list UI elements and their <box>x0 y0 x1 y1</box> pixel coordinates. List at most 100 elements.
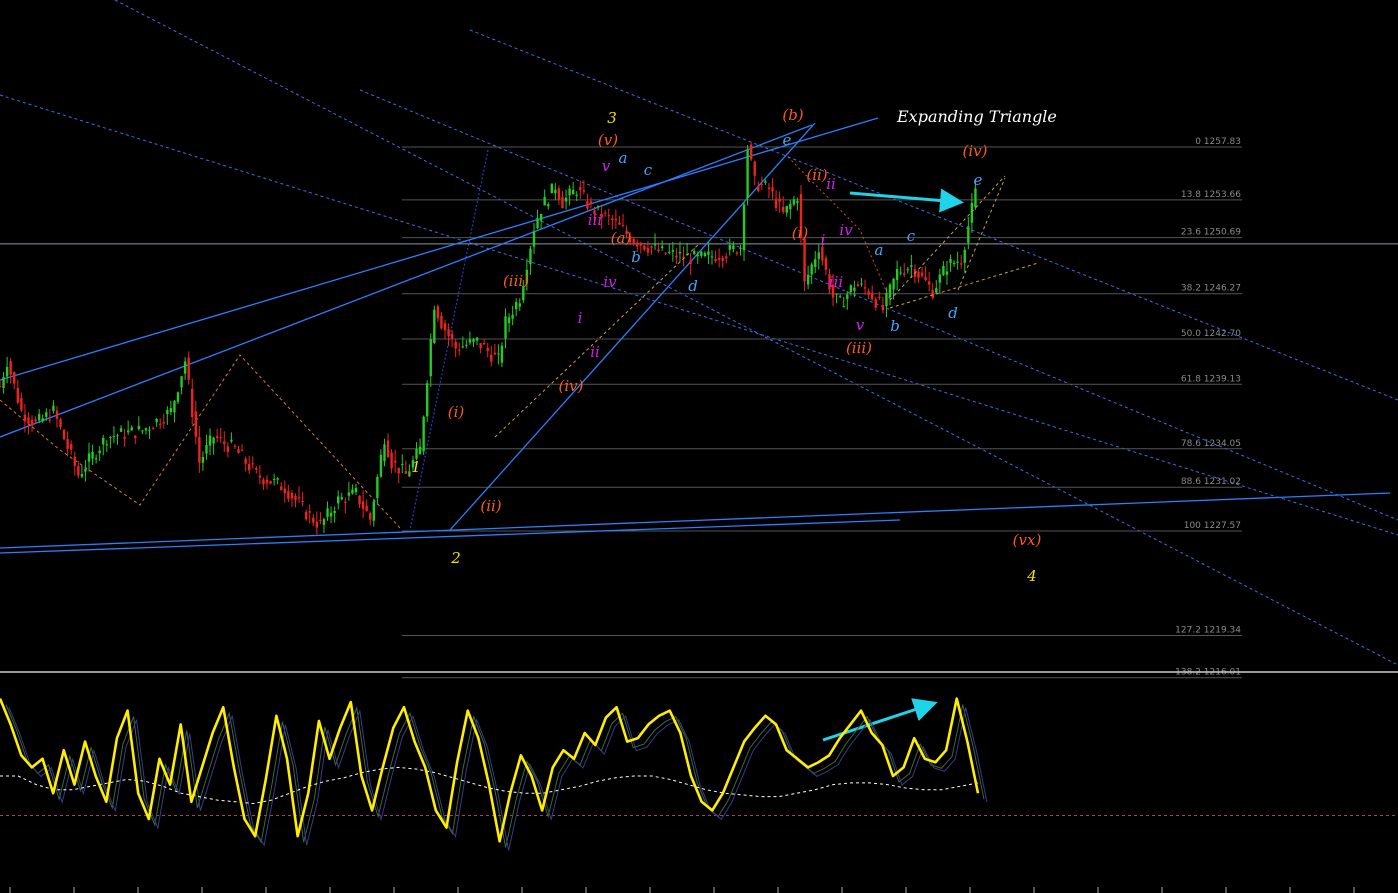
candle-body <box>746 149 749 198</box>
candle-body <box>739 247 742 249</box>
candle-body <box>187 357 190 380</box>
candle-body <box>678 252 682 254</box>
candle-body <box>643 245 646 250</box>
candle-body <box>91 451 94 459</box>
candle-body <box>283 488 286 494</box>
candle-body <box>515 302 518 310</box>
candle-body <box>920 272 924 276</box>
candle-body <box>34 419 37 422</box>
candle-body <box>853 287 856 291</box>
candle-body <box>269 480 272 484</box>
osc-main-line <box>0 697 980 843</box>
candle-body <box>860 283 863 285</box>
candle-body <box>963 249 966 263</box>
candle-body <box>148 429 151 431</box>
candle-body <box>742 204 746 251</box>
candle-body <box>433 309 436 344</box>
candle-body <box>561 196 564 209</box>
candle-body <box>675 255 678 258</box>
candle-body <box>30 420 34 426</box>
candle-body <box>888 284 892 298</box>
candle-body <box>326 508 329 517</box>
candle-body <box>112 436 116 438</box>
candle-body <box>461 346 464 348</box>
candle-body <box>465 344 468 346</box>
candle-body <box>276 478 279 480</box>
candle-body <box>472 339 475 342</box>
wave-label: a <box>875 241 884 259</box>
candle-body <box>863 287 867 289</box>
candle-body <box>454 341 457 349</box>
candle-body <box>782 206 785 212</box>
candle-body <box>700 251 703 256</box>
candle-body <box>52 405 55 411</box>
candle-body <box>351 489 354 494</box>
price-chart: 0 1257.83 13.8 1253.66 23.6 1250.69 38.2 12… <box>0 0 1398 893</box>
wave-label: (iii) <box>503 272 529 290</box>
candle-body <box>401 464 404 466</box>
candle-body <box>931 290 934 298</box>
candle-body <box>867 291 870 295</box>
candle-body <box>664 252 667 254</box>
candle-body <box>575 194 578 196</box>
candle-body <box>16 387 19 403</box>
candle-body <box>504 316 507 339</box>
candle-body <box>646 247 650 253</box>
fib-level-label: 100 1227.57 <box>1184 521 1241 531</box>
wave-label: (iv) <box>963 142 988 160</box>
candle-body <box>774 198 778 209</box>
candle-body <box>48 419 52 421</box>
candle-body <box>657 249 660 252</box>
trendline <box>0 519 901 554</box>
wave-label: (ii) <box>806 166 827 184</box>
candle-body <box>212 437 215 444</box>
candle-body <box>134 435 137 439</box>
candle-body <box>354 487 358 493</box>
wave-label: iii <box>588 211 603 229</box>
candle-body <box>518 303 521 307</box>
candle-body <box>838 296 842 298</box>
candle-body <box>693 251 696 255</box>
candle-body <box>340 497 343 500</box>
candle-body <box>144 428 148 431</box>
candle-body <box>450 333 454 339</box>
candle-body <box>173 400 176 413</box>
candle-body <box>308 511 311 513</box>
candle-body <box>696 254 699 257</box>
candle-body <box>393 460 397 463</box>
candle-body <box>703 252 707 256</box>
candle-body <box>80 474 84 477</box>
candle-body <box>369 513 372 520</box>
candle-body <box>230 439 233 442</box>
candle-body <box>169 408 173 413</box>
candle-body <box>248 464 251 471</box>
candle-body <box>59 419 62 428</box>
wave-label: (i) <box>792 224 809 242</box>
wave-label: a <box>619 149 628 167</box>
candle-body <box>390 452 393 469</box>
candle-body <box>468 339 472 343</box>
arrows <box>822 188 964 742</box>
wave-label: (a) <box>611 229 632 247</box>
candle-body <box>280 486 283 491</box>
wave-label: (iii) <box>846 339 872 357</box>
candle-body <box>611 218 614 221</box>
candle-body <box>226 446 230 452</box>
candle-body <box>760 183 764 185</box>
candle-body <box>621 225 625 227</box>
trendline <box>0 492 1391 549</box>
candle-body <box>223 441 226 444</box>
candle-body <box>233 445 237 447</box>
candle-body <box>45 412 48 417</box>
candle-body <box>151 428 155 430</box>
candle-body <box>404 471 408 474</box>
wave-label: d <box>948 304 958 322</box>
candle-body <box>725 256 728 259</box>
candle-body <box>219 436 222 438</box>
candle-body <box>23 414 27 422</box>
candle-body <box>70 444 73 450</box>
candle-body <box>749 144 753 160</box>
candle-body <box>796 201 799 204</box>
candle-body <box>970 202 974 223</box>
candle-body <box>956 261 959 263</box>
